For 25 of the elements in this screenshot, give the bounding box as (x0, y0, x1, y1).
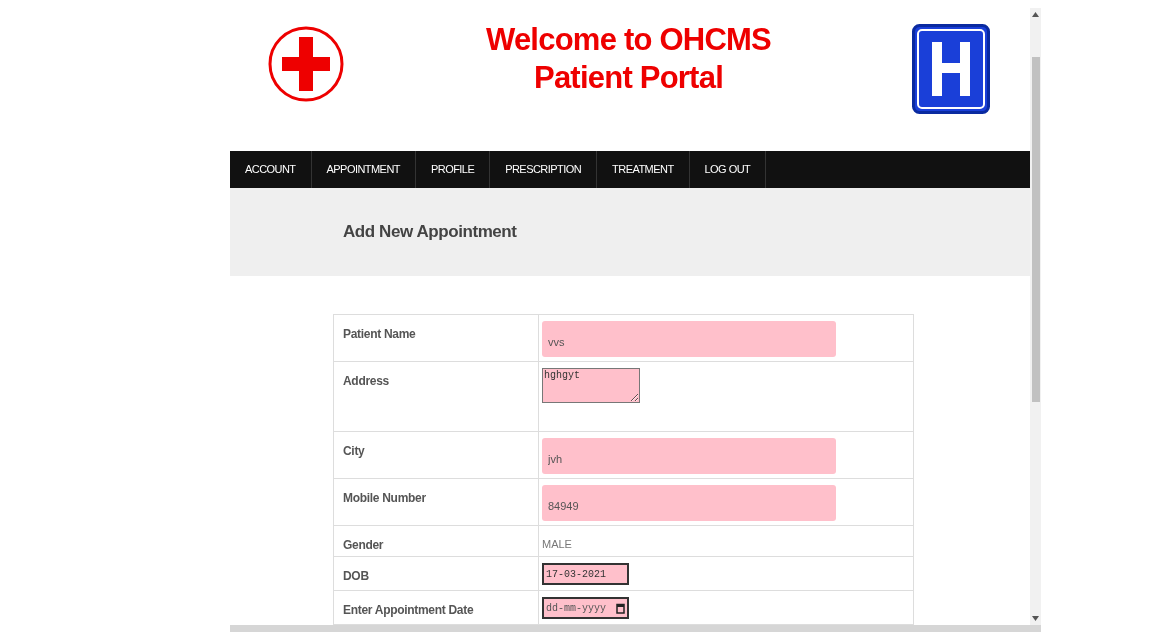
field-label: Address (343, 374, 389, 388)
text-field[interactable]: jvh (542, 438, 836, 474)
portal-title: Welcome to OHCMS (486, 21, 771, 59)
date-field[interactable]: dd-mm-yyyy (542, 597, 629, 619)
vertical-scrollbar[interactable] (1030, 8, 1041, 625)
address-field[interactable]: hghgyt (542, 368, 640, 403)
text-field[interactable]: 84949 (542, 485, 836, 521)
cross-icon (267, 25, 345, 103)
calendar-icon[interactable] (616, 602, 625, 614)
field-label: City (343, 444, 365, 458)
horizontal-scrollbar[interactable] (230, 625, 1041, 632)
date-field[interactable]: 17-03-2021 (542, 563, 629, 585)
field-label: Patient Name (343, 327, 416, 341)
field-label: Mobile Number (343, 491, 426, 505)
field-value: MALE (542, 538, 572, 550)
scroll-down-icon[interactable] (1032, 616, 1039, 621)
portal-subtitle: Patient Portal (534, 59, 723, 97)
page-title: Add New Appointment (343, 221, 517, 244)
field-label: Enter Appointment Date (343, 603, 474, 617)
hospital-sign-icon (912, 24, 990, 114)
scroll-thumb[interactable] (1031, 57, 1040, 402)
text-field[interactable]: vvs (542, 321, 836, 357)
field-label: Gender (343, 538, 384, 552)
scroll-up-icon[interactable] (1032, 12, 1039, 17)
field-label: DOB (343, 569, 369, 583)
